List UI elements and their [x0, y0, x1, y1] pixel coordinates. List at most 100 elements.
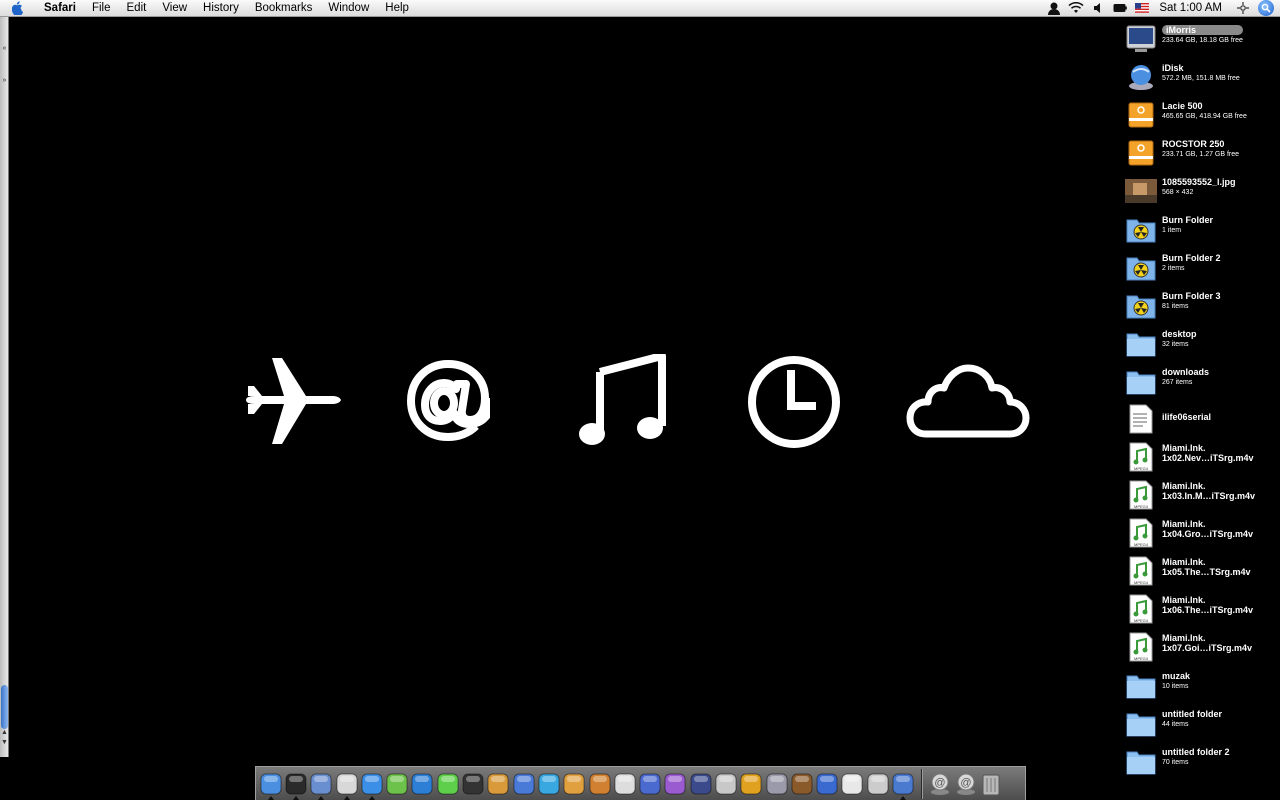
dvd-player-icon[interactable]: [663, 769, 688, 799]
globe-icon[interactable]: [688, 769, 713, 799]
desktop-item[interactable]: Lacie 500 465.65 GB, 418.94 GB free: [1124, 98, 1280, 134]
mail-icon[interactable]: [713, 769, 738, 799]
clapper-icon[interactable]: [612, 769, 637, 799]
wifi-icon[interactable]: [1065, 0, 1087, 17]
menu-view[interactable]: View: [154, 2, 195, 14]
menu-help[interactable]: Help: [377, 2, 417, 14]
desktop-item-name: Miami.Ink.: [1162, 557, 1206, 567]
photo-thumbnail-icon: [1124, 174, 1158, 208]
desktop-item-text: Miami.Ink. 1x02.Nev…iTSrg.m4v: [1162, 440, 1254, 463]
hard-drive-icon: [1124, 22, 1158, 56]
menu-window[interactable]: Window: [320, 2, 377, 14]
adium-icon[interactable]: [435, 769, 460, 799]
mpeg4-file-icon: MPEG4: [1124, 478, 1158, 512]
desktop-item-name: desktop: [1162, 329, 1197, 339]
burn-folder-icon: [1124, 288, 1158, 322]
desktop-item-info: 44 items: [1162, 721, 1189, 728]
volume-icon[interactable]: [1087, 0, 1109, 17]
word-icon[interactable]: [410, 769, 435, 799]
desktop-item[interactable]: Burn Folder 3 81 items: [1124, 288, 1280, 324]
chevron-right-icon[interactable]: »: [0, 77, 9, 84]
system-preferences-icon[interactable]: [764, 769, 789, 799]
ipod-icon[interactable]: [840, 769, 865, 799]
menu-app-safari[interactable]: Safari: [36, 2, 84, 14]
iphoto-icon[interactable]: [486, 769, 511, 799]
desktop-item-name: Burn Folder: [1162, 215, 1213, 225]
desktop-item-name: untitled folder: [1162, 709, 1222, 719]
desktop-item-text: Burn Folder 1 item: [1162, 212, 1213, 236]
quicktime-icon[interactable]: [637, 769, 662, 799]
fruit-icon[interactable]: [739, 769, 764, 799]
desktop-item[interactable]: MPEG4 Miami.Ink. 1x06.The…iTSrg.m4v: [1124, 592, 1280, 628]
desktop-item[interactable]: untitled folder 44 items: [1124, 706, 1280, 742]
desktop-item-name-line2: 1x06.The…iTSrg.m4v: [1162, 605, 1254, 615]
trash-icon[interactable]: [978, 769, 1003, 799]
desktop-item-name: Miami.Ink.: [1162, 519, 1206, 529]
desktop-item[interactable]: downloads 267 items: [1124, 364, 1280, 400]
desktop-item[interactable]: iDisk 572.2 MB, 151.8 MB free: [1124, 60, 1280, 96]
desktop-item-name: iMorris: [1162, 25, 1243, 35]
menu-history[interactable]: History: [195, 2, 247, 14]
desktop-item[interactable]: MPEG4 Miami.Ink. 1x02.Nev…iTSrg.m4v: [1124, 440, 1280, 476]
desktop-item-text: Miami.Ink. 1x06.The…iTSrg.m4v: [1162, 592, 1253, 615]
dashboard-icon[interactable]: [283, 769, 308, 800]
chevron-up-icon[interactable]: «: [0, 45, 9, 52]
finder-icon[interactable]: [258, 769, 283, 800]
desktop-item-name: ilife06serial: [1162, 412, 1212, 422]
desktop-item[interactable]: MPEG4 Miami.Ink. 1x05.The…TSrg.m4v: [1124, 554, 1280, 590]
scroll-up-arrow[interactable]: ▲: [0, 729, 9, 736]
desktop-item[interactable]: MPEG4 Miami.Ink. 1x07.Goi…iTSrg.m4v: [1124, 630, 1280, 666]
photos-stack-icon[interactable]: [890, 769, 915, 800]
desktop-item-name-line2: 1x04.Gro…iTSrg.m4v: [1162, 529, 1254, 539]
script-menu-icon[interactable]: [1232, 0, 1254, 17]
safari-icon[interactable]: [359, 769, 384, 800]
svg-text:MPEG4: MPEG4: [1134, 580, 1149, 585]
desktop-item[interactable]: Burn Folder 2 2 items: [1124, 250, 1280, 286]
scroll-down-arrow[interactable]: ▼: [0, 739, 9, 746]
svg-text:MPEG4: MPEG4: [1134, 466, 1149, 471]
desktop-item[interactable]: Burn Folder 1 item: [1124, 212, 1280, 248]
desktop-item[interactable]: desktop 32 items: [1124, 326, 1280, 362]
input-menu-us-flag-icon[interactable]: [1131, 0, 1153, 17]
bluetooth-icon[interactable]: [815, 769, 840, 799]
garageband-icon[interactable]: [587, 769, 612, 799]
desktop-item[interactable]: iMorris 233.64 GB, 18.18 GB free: [1124, 22, 1280, 58]
menu-bookmarks[interactable]: Bookmarks: [247, 2, 321, 14]
cookie-icon[interactable]: [789, 769, 814, 799]
at-stack-icon[interactable]: @: [928, 769, 953, 799]
battery-icon[interactable]: [1109, 0, 1131, 17]
menu-clock[interactable]: Sat 1:00 AM: [1153, 2, 1232, 14]
apple-menu[interactable]: [0, 1, 36, 15]
desktop-item[interactable]: untitled folder 2 70 items: [1124, 744, 1280, 780]
desktop-item[interactable]: muzak 10 items: [1124, 668, 1280, 704]
mpeg4-file-icon: MPEG4: [1124, 554, 1158, 588]
desktop-item[interactable]: ilife06serial: [1124, 402, 1280, 438]
textedit-icon[interactable]: [334, 769, 359, 800]
desktop-item-text: untitled folder 44 items: [1162, 706, 1222, 730]
folder-icon: [1124, 364, 1158, 398]
menu-file[interactable]: File: [84, 2, 119, 14]
desktop-item-name: Miami.Ink.: [1162, 443, 1206, 453]
preview-icon[interactable]: [309, 769, 334, 800]
spotlight-icon[interactable]: [1258, 0, 1274, 16]
itunes-icon[interactable]: [384, 769, 409, 799]
desktop-item-name: Miami.Ink.: [1162, 595, 1206, 605]
menu-edit[interactable]: Edit: [119, 2, 155, 14]
at-stack-icon[interactable]: @: [953, 769, 978, 799]
desktop-item[interactable]: MPEG4 Miami.Ink. 1x04.Gro…iTSrg.m4v: [1124, 516, 1280, 552]
desktop-item-text: Lacie 500 465.65 GB, 418.94 GB free: [1162, 98, 1247, 122]
user-status-icon[interactable]: [1043, 0, 1065, 17]
desktop-item[interactable]: ROCSTOR 250 233.71 GB, 1.27 GB free: [1124, 136, 1280, 172]
desktop-item-name-line2: 1x03.In.M…iTSrg.m4v: [1162, 491, 1256, 501]
iweb-icon[interactable]: [562, 769, 587, 799]
at-sign-icon: [407, 360, 490, 441]
scrollbar-thumb[interactable]: [1, 685, 8, 729]
utility-icon[interactable]: [865, 769, 890, 799]
desktop-item[interactable]: MPEG4 Miami.Ink. 1x03.In.M…iTSrg.m4v: [1124, 478, 1280, 514]
desktop-item-name: Miami.Ink.: [1162, 633, 1206, 643]
camera-icon[interactable]: [460, 769, 485, 799]
desktop-item-name: Burn Folder 2: [1162, 253, 1221, 263]
desktop-item[interactable]: 1085593552_l.jpg 568 × 432: [1124, 174, 1280, 210]
idvd-icon[interactable]: [536, 769, 561, 799]
imovie-icon[interactable]: [511, 769, 536, 799]
